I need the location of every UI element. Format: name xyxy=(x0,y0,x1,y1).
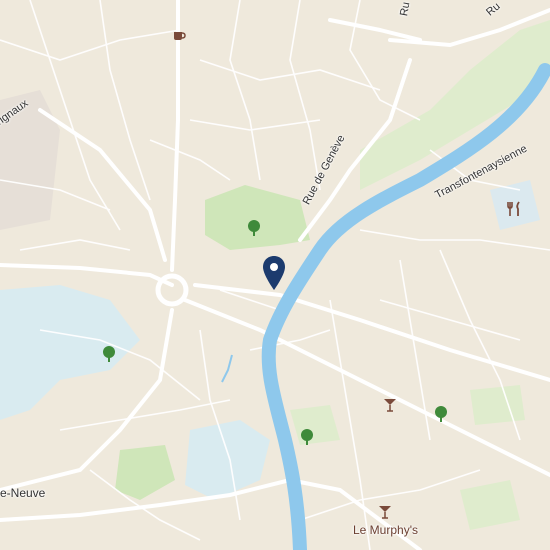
bar-icon[interactable] xyxy=(377,504,393,525)
street-label-partial: Ru xyxy=(398,1,413,18)
park-tree-icon[interactable] xyxy=(433,405,449,428)
bar-icon[interactable] xyxy=(382,397,398,418)
park-tree-icon[interactable] xyxy=(299,428,315,451)
park-tree-icon[interactable] xyxy=(101,345,117,368)
location-marker-icon[interactable] xyxy=(262,255,286,296)
park-area xyxy=(470,385,525,425)
park-tree-icon[interactable] xyxy=(246,219,262,242)
map-canvas[interactable]: Rue de Genève Transfontenaysienne Ru Ru … xyxy=(0,0,550,550)
poi-label-le-murphys[interactable]: Le Murphy's xyxy=(353,523,418,537)
cafe-icon[interactable] xyxy=(172,28,186,47)
restaurant-icon[interactable] xyxy=(506,200,524,223)
place-label-neuve: e-Neuve xyxy=(0,486,46,500)
